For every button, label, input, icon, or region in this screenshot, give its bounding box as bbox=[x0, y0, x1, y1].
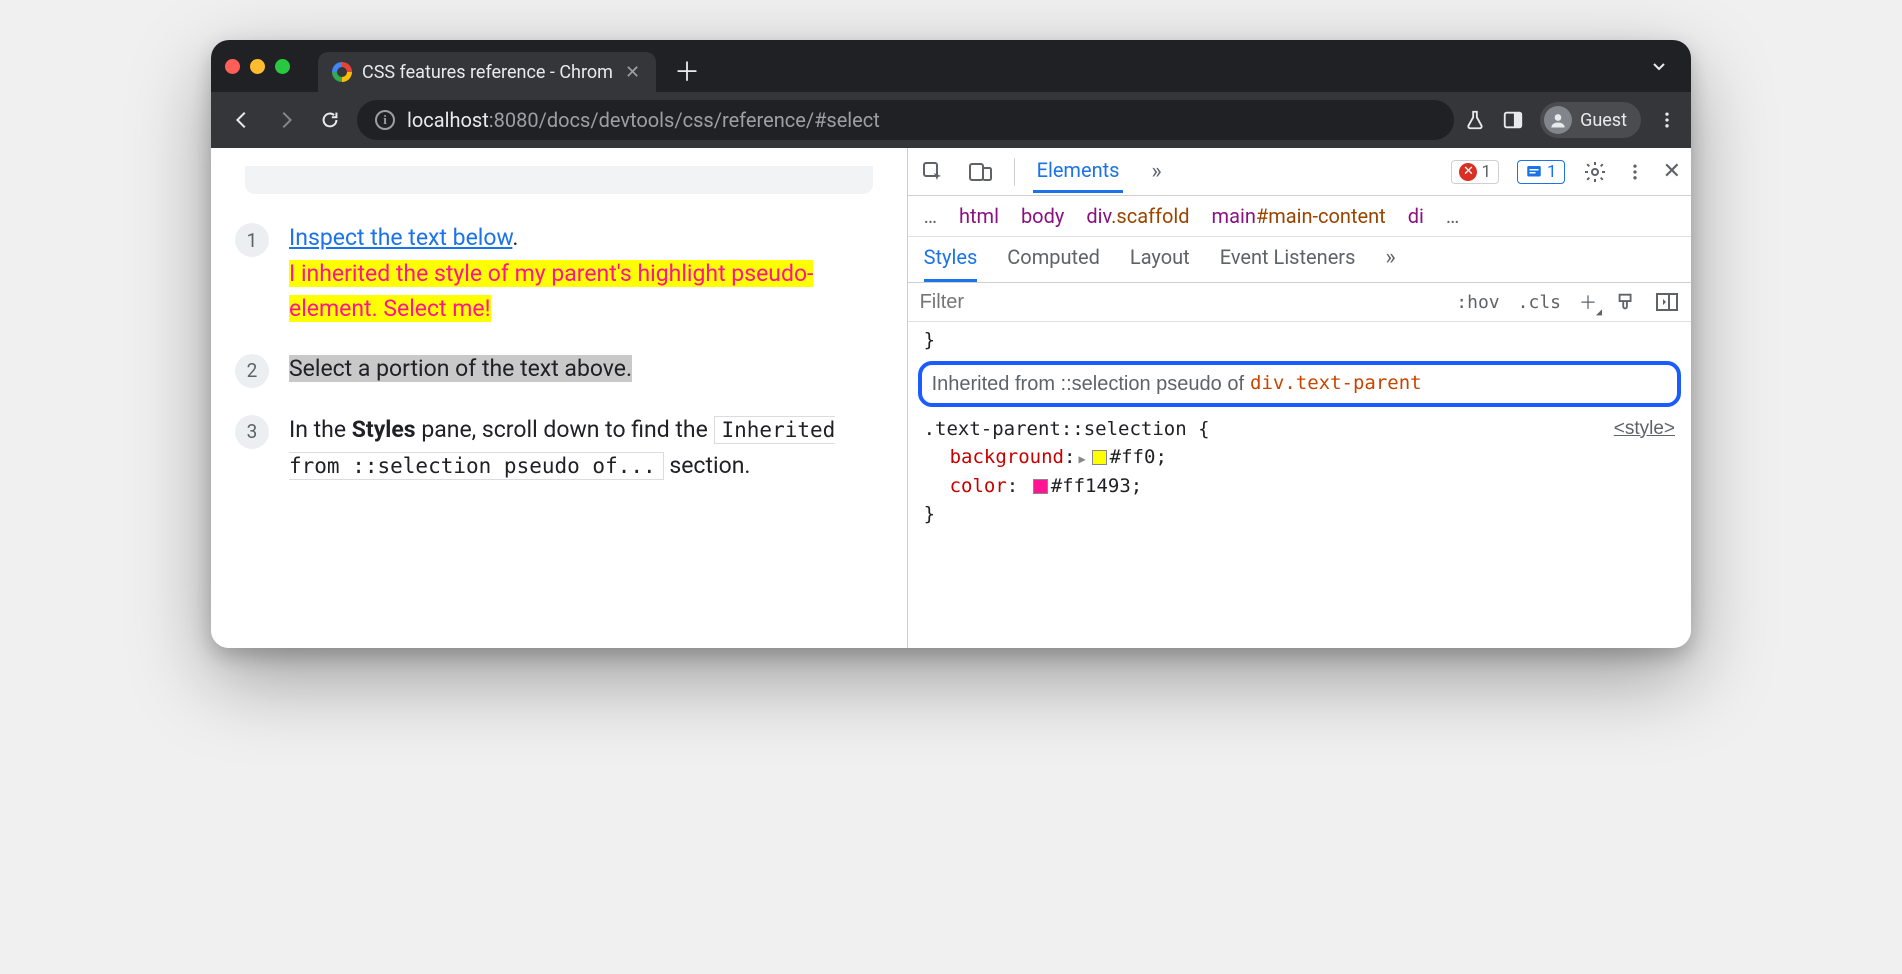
devtools-panel: Elements » ✕ 1 1 bbox=[907, 148, 1691, 648]
back-button[interactable] bbox=[225, 103, 259, 137]
new-tab-button[interactable]: ＋ bbox=[674, 52, 700, 89]
crumb-main[interactable]: main#main-content bbox=[1212, 204, 1386, 228]
inspect-element-icon[interactable] bbox=[918, 160, 948, 184]
close-window-button[interactable] bbox=[225, 59, 240, 74]
tab-layout[interactable]: Layout bbox=[1130, 245, 1190, 282]
selected-line-text: Select a portion of the text above. bbox=[289, 355, 632, 382]
close-devtools-button[interactable]: ✕ bbox=[1663, 159, 1681, 184]
reload-button[interactable] bbox=[313, 103, 347, 137]
titlebar: CSS features reference - Chrom ✕ ＋ bbox=[211, 40, 1691, 92]
inherited-label: Inherited from ::selection pseudo of bbox=[932, 369, 1244, 399]
css-rule-header[interactable]: .text-parent::selection { <style> bbox=[908, 415, 1691, 444]
step-number: 3 bbox=[235, 415, 269, 449]
more-tabs-icon[interactable]: » bbox=[1141, 159, 1171, 184]
inspect-link[interactable]: Inspect the text below bbox=[289, 224, 512, 251]
error-badge[interactable]: ✕ 1 bbox=[1451, 160, 1499, 184]
devtools-toolbar: Elements » ✕ 1 1 bbox=[908, 148, 1691, 196]
step-number: 2 bbox=[235, 354, 269, 388]
step-body: Inspect the text below. I inherited the … bbox=[289, 220, 883, 327]
tabs-overflow-button[interactable] bbox=[1641, 56, 1677, 76]
prev-rule-close: } bbox=[908, 326, 1691, 355]
list-item: 1 Inspect the text below. I inherited th… bbox=[235, 220, 883, 327]
step-body: Select a portion of the text above. bbox=[289, 351, 632, 387]
styles-subtabs: Styles Computed Layout Event Listeners » bbox=[908, 237, 1691, 283]
computed-sidebar-toggle-icon[interactable] bbox=[1655, 291, 1679, 313]
tab-styles[interactable]: Styles bbox=[924, 245, 978, 282]
hov-toggle[interactable]: :hov bbox=[1456, 292, 1499, 313]
nav-toolbar: i localhost:8080/docs/devtools/css/refer… bbox=[211, 92, 1691, 148]
toolbar-right: Guest bbox=[1464, 102, 1677, 138]
crumb-body[interactable]: body bbox=[1021, 204, 1064, 228]
issues-badge[interactable]: 1 bbox=[1517, 160, 1565, 184]
side-panel-icon[interactable] bbox=[1502, 109, 1524, 131]
content-area: 1 Inspect the text below. I inherited th… bbox=[211, 148, 1691, 648]
bold-styles-word: Styles bbox=[352, 416, 416, 443]
url-text: localhost:8080/docs/devtools/css/referen… bbox=[407, 108, 880, 132]
page-banner bbox=[245, 166, 873, 194]
color-swatch[interactable] bbox=[1033, 479, 1048, 494]
address-bar[interactable]: i localhost:8080/docs/devtools/css/refer… bbox=[357, 100, 1454, 140]
inherited-section-header[interactable]: Inherited from ::selection pseudo of div… bbox=[918, 361, 1681, 407]
labs-icon[interactable] bbox=[1464, 109, 1486, 131]
new-rule-button[interactable]: ＋◢ bbox=[1579, 289, 1597, 315]
dom-breadcrumb[interactable]: … html body div.scaffold main#main-conte… bbox=[908, 196, 1691, 237]
minimize-window-button[interactable] bbox=[250, 59, 265, 74]
issue-icon bbox=[1525, 163, 1543, 181]
list-item: 2 Select a portion of the text above. bbox=[235, 351, 883, 388]
highlighted-example-text[interactable]: I inherited the style of my parent's hig… bbox=[289, 260, 813, 323]
device-toolbar-icon[interactable] bbox=[966, 160, 996, 184]
step-body: In the Styles pane, scroll down to find … bbox=[289, 412, 883, 483]
cls-toggle[interactable]: .cls bbox=[1518, 292, 1561, 313]
tab-elements[interactable]: Elements bbox=[1033, 150, 1124, 193]
browser-window: CSS features reference - Chrom ✕ ＋ i loc… bbox=[211, 40, 1691, 648]
styles-body: } Inherited from ::selection pseudo of d… bbox=[908, 322, 1691, 549]
crumb-html[interactable]: html bbox=[959, 204, 999, 228]
kebab-icon[interactable] bbox=[1625, 162, 1645, 182]
kebab-menu-button[interactable] bbox=[1657, 110, 1677, 130]
styles-filter-row: :hov .cls ＋◢ bbox=[908, 283, 1691, 322]
close-tab-button[interactable]: ✕ bbox=[623, 62, 642, 83]
browser-tab[interactable]: CSS features reference - Chrom ✕ bbox=[318, 52, 656, 92]
crumb-partial[interactable]: di bbox=[1408, 204, 1424, 228]
window-controls bbox=[225, 59, 290, 74]
css-declaration[interactable]: background:▶#ff0; bbox=[908, 443, 1691, 472]
chrome-favicon-icon bbox=[332, 62, 352, 82]
page-content: 1 Inspect the text below. I inherited th… bbox=[211, 148, 907, 648]
styles-filter-input[interactable] bbox=[920, 291, 1441, 314]
profile-label: Guest bbox=[1580, 110, 1627, 131]
crumb-ellipsis[interactable]: … bbox=[924, 204, 937, 228]
tab-computed[interactable]: Computed bbox=[1007, 245, 1100, 282]
list-item: 3 In the Styles pane, scroll down to fin… bbox=[235, 412, 883, 483]
step-number: 1 bbox=[235, 223, 269, 257]
rule-close-brace: } bbox=[908, 500, 1691, 529]
tab-event-listeners[interactable]: Event Listeners bbox=[1220, 245, 1356, 282]
more-subtabs-icon[interactable]: » bbox=[1385, 245, 1395, 282]
inherited-selector: div.text-parent bbox=[1250, 369, 1422, 398]
paint-flashing-icon[interactable] bbox=[1615, 291, 1637, 313]
color-swatch[interactable] bbox=[1092, 450, 1107, 465]
maximize-window-button[interactable] bbox=[275, 59, 290, 74]
settings-icon[interactable] bbox=[1583, 160, 1607, 184]
error-icon: ✕ bbox=[1459, 163, 1477, 181]
expand-shorthand-icon[interactable]: ▶ bbox=[1078, 452, 1085, 466]
crumb-div-scaffold[interactable]: div.scaffold bbox=[1086, 204, 1189, 228]
tab-title: CSS features reference - Chrom bbox=[362, 62, 613, 83]
rule-source-link[interactable]: <style> bbox=[1614, 415, 1675, 444]
css-declaration[interactable]: color: #ff1493; bbox=[908, 472, 1691, 501]
instruction-list: 1 Inspect the text below. I inherited th… bbox=[235, 220, 883, 483]
crumb-ellipsis-end[interactable]: … bbox=[1446, 204, 1459, 228]
forward-button[interactable] bbox=[269, 103, 303, 137]
profile-chip[interactable]: Guest bbox=[1540, 102, 1641, 138]
site-info-icon[interactable]: i bbox=[375, 110, 395, 130]
avatar-icon bbox=[1544, 106, 1572, 134]
